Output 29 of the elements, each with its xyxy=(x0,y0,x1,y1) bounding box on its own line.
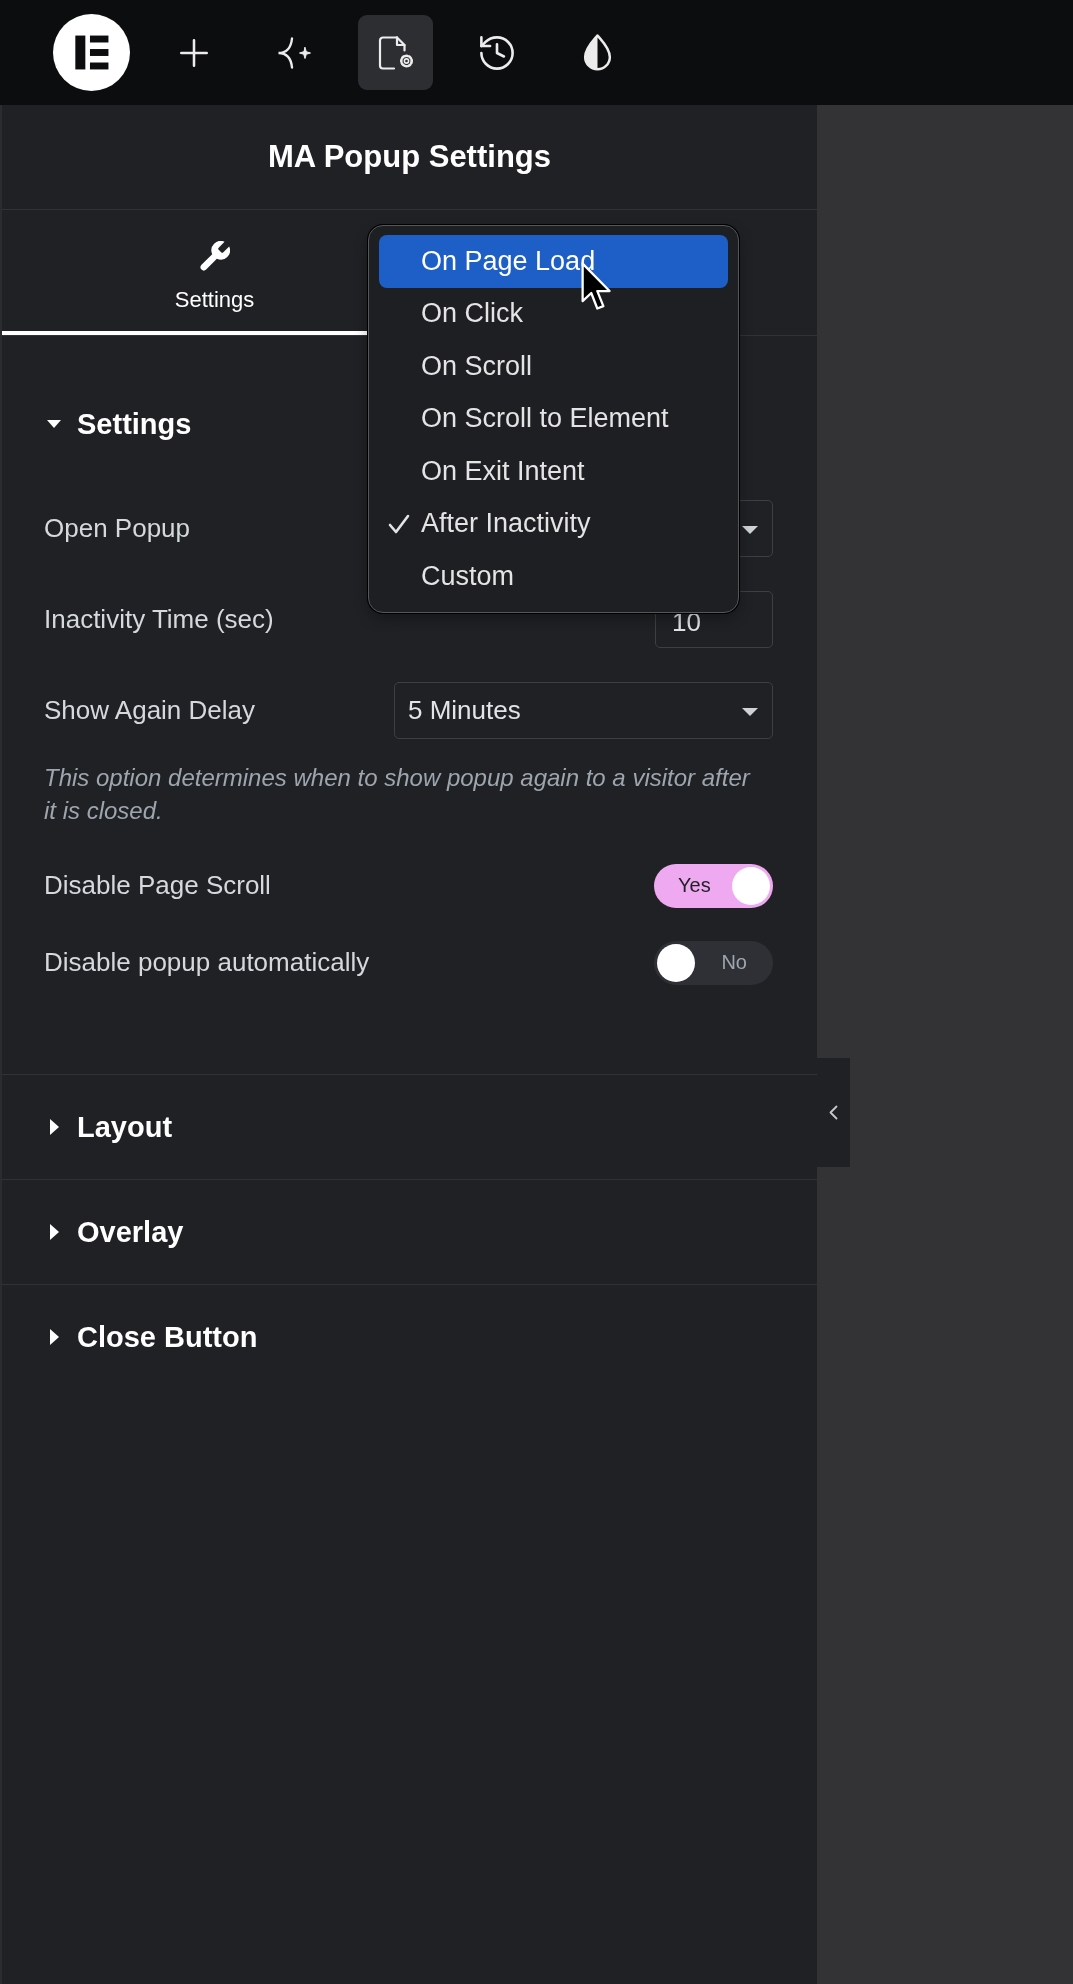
toolbar-button[interactable] xyxy=(358,15,433,90)
caret-down-icon xyxy=(742,707,758,716)
caret-down-icon xyxy=(742,525,758,534)
plus-icon xyxy=(179,38,208,67)
section-header[interactable]: Overlay xyxy=(44,1212,184,1252)
document-gear-icon xyxy=(377,35,414,70)
logo-icon[interactable] xyxy=(53,14,130,91)
field-label: Disable popup automatically xyxy=(44,947,370,978)
section-header[interactable]: Layout xyxy=(44,1107,173,1147)
field-label: Open Popup xyxy=(44,513,190,544)
drop-icon xyxy=(583,34,612,71)
toggle-switch[interactable]: No xyxy=(654,940,773,985)
section-header[interactable]: Settings xyxy=(44,404,192,444)
wrench-icon xyxy=(199,241,230,272)
toggle-switch[interactable]: Yes xyxy=(654,863,773,908)
chevron-left-icon xyxy=(829,1105,838,1120)
panel-title: MA Popup Settings xyxy=(268,139,551,175)
field-label: Inactivity Time (sec) xyxy=(44,604,274,635)
menu-option[interactable]: After Inactivity xyxy=(379,497,728,550)
menu-option[interactable]: On Scroll to Element xyxy=(379,392,728,445)
field-label: Show Again Delay xyxy=(44,695,256,726)
field-label: Disable Page Scroll xyxy=(44,870,271,901)
history-icon xyxy=(479,35,514,70)
section-header[interactable]: Close Button xyxy=(44,1317,258,1357)
sparkle-icon xyxy=(277,36,312,69)
menu-option[interactable]: On Scroll xyxy=(379,340,728,393)
help-text: This option determines when to show popup again to a visitor after it is closed. xyxy=(44,763,752,826)
select-field[interactable]: 5 Minutes xyxy=(394,682,773,739)
menu-option[interactable]: On Exit Intent xyxy=(379,445,728,498)
